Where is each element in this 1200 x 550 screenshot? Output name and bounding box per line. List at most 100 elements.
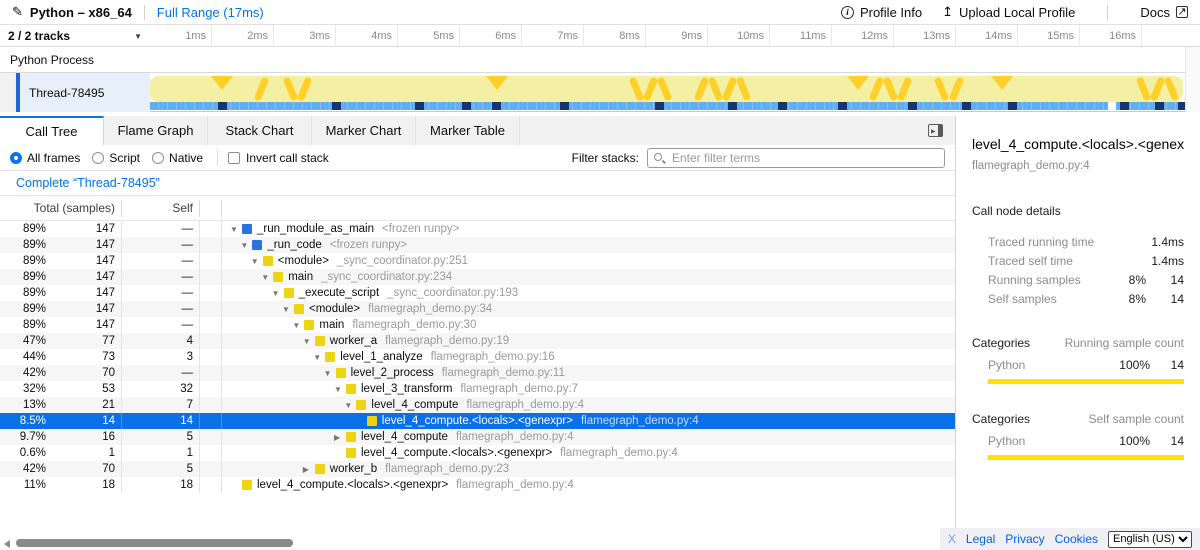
- invert-call-stack-checkbox[interactable]: [228, 152, 240, 164]
- footer-link-privacy[interactable]: Privacy: [1005, 532, 1044, 546]
- call-tree-row[interactable]: 89%147—▼<module>flamegraph_demo.py:34: [0, 301, 955, 317]
- spacer-column: [200, 200, 222, 217]
- language-select[interactable]: English (US): [1108, 531, 1192, 548]
- sidebar-section-title: Call node details: [972, 204, 1184, 218]
- marker-slash-icon: [722, 77, 737, 102]
- function-file: _sync_coordinator.py:234: [321, 271, 452, 283]
- function-name: main: [288, 271, 313, 283]
- expander-open-icon[interactable]: ▼: [334, 385, 346, 394]
- call-tree-row[interactable]: 44%733▼level_1_analyzeflamegraph_demo.py…: [0, 349, 955, 365]
- row-spacer: [200, 445, 222, 461]
- marker-slash-icon: [643, 77, 658, 102]
- expander-open-icon[interactable]: ▼: [303, 337, 315, 346]
- function-name: level_4_compute.<locals>.<genexpr>: [257, 479, 448, 491]
- track-thread[interactable]: Thread-78495: [0, 73, 1200, 112]
- expander-open-icon[interactable]: ▼: [251, 257, 263, 266]
- tab-marker-table[interactable]: Marker Table: [416, 116, 520, 145]
- expander-open-icon[interactable]: ▼: [324, 369, 336, 378]
- row-total: 147: [52, 237, 122, 253]
- call-tree-row[interactable]: 89%147—▼_execute_script_sync_coordinator…: [0, 285, 955, 301]
- sidebar-metric-row: Running samples8%14: [972, 270, 1184, 289]
- sidebar-toggle-icon[interactable]: ▶: [928, 124, 943, 137]
- call-tree-row[interactable]: 9.7%165▶level_4_computeflamegraph_demo.p…: [0, 429, 955, 445]
- radio-all-frames[interactable]: All frames: [10, 151, 80, 165]
- call-tree-row[interactable]: 89%147—▼_run_code<frozen runpy>: [0, 237, 955, 253]
- full-range-link[interactable]: Full Range (17ms): [157, 5, 264, 20]
- sample-dark-segment: [415, 102, 424, 110]
- tab-call-tree[interactable]: Call Tree: [0, 116, 104, 145]
- ruler-tick: 7ms: [522, 25, 584, 47]
- row-tree-cell: ▼level_3_transformflamegraph_demo.py:7: [222, 381, 955, 397]
- marker-slash-icon: [949, 77, 964, 102]
- footer-link-x[interactable]: X: [948, 532, 956, 546]
- filter-input[interactable]: [672, 149, 940, 167]
- divider: [144, 5, 145, 20]
- calltree-rows: 89%147—▼_run_module_as_main<frozen runpy…: [0, 221, 955, 493]
- function-file: flamegraph_demo.py:7: [460, 383, 578, 395]
- sample-dark-segment: [1155, 102, 1164, 110]
- function-name: main: [319, 319, 344, 331]
- expander-open-icon[interactable]: ▼: [313, 353, 325, 362]
- upload-icon: ↥: [942, 4, 953, 20]
- expander-open-icon[interactable]: ▼: [272, 289, 284, 298]
- tab-stack-chart[interactable]: Stack Chart: [208, 116, 312, 145]
- call-tree-row[interactable]: 42%705▶worker_bflamegraph_demo.py:23: [0, 461, 955, 477]
- marker-slash-icon: [934, 77, 949, 102]
- call-tree-row[interactable]: 8.5%1414level_4_compute.<locals>.<genexp…: [0, 413, 955, 429]
- tracks-dropdown[interactable]: 2 / 2 tracks ▼: [0, 25, 150, 47]
- radio-script[interactable]: Script: [92, 151, 140, 165]
- call-tree-row[interactable]: 89%147—▼_run_module_as_main<frozen runpy…: [0, 221, 955, 237]
- call-tree-row[interactable]: 89%147—▼mainflamegraph_demo.py:30: [0, 317, 955, 333]
- thread-track-label-cell[interactable]: Thread-78495: [20, 73, 150, 112]
- footer-bar: X Legal Privacy Cookies English (US): [940, 528, 1200, 550]
- footer-link-cookies[interactable]: Cookies: [1055, 532, 1098, 546]
- footer-link-legal[interactable]: Legal: [966, 532, 995, 546]
- breadcrumb[interactable]: Complete “Thread-78495”: [16, 176, 160, 190]
- timeline-right-gutter[interactable]: [1185, 47, 1200, 112]
- edit-pencil-icon[interactable]: ✎: [12, 4, 23, 20]
- call-tree-row[interactable]: 47%774▼worker_aflamegraph_demo.py:19: [0, 333, 955, 349]
- expander-open-icon[interactable]: ▼: [282, 305, 294, 314]
- expander-open-icon[interactable]: ▼: [240, 241, 252, 250]
- activity-graph[interactable]: [150, 76, 1183, 102]
- expander-open-icon[interactable]: ▼: [344, 401, 356, 410]
- call-tree-row[interactable]: 13%217▼level_4_computeflamegraph_demo.py…: [0, 397, 955, 413]
- expander-collapsed-icon[interactable]: ▶: [334, 433, 346, 442]
- tab-flame-graph[interactable]: Flame Graph: [104, 116, 208, 145]
- expander-open-icon[interactable]: ▼: [261, 273, 273, 282]
- docs-button[interactable]: Docs ↗: [1140, 5, 1188, 20]
- radio-native[interactable]: Native: [152, 151, 203, 165]
- horizontal-scrollbar: [0, 536, 955, 550]
- expander-open-icon[interactable]: ▼: [292, 321, 304, 330]
- ruler-tick: 11ms: [770, 25, 832, 47]
- expander-open-icon[interactable]: ▼: [230, 225, 242, 234]
- call-tree-row[interactable]: 89%147—▼<module>_sync_coordinator.py:251: [0, 253, 955, 269]
- sample-strip[interactable]: [150, 102, 1183, 110]
- scrollbar-thumb[interactable]: [16, 539, 293, 547]
- function-name: level_4_compute.<locals>.<genexpr>: [361, 447, 552, 459]
- sidebar-category-block: CategoriesSelf sample countPython100%14: [972, 412, 1184, 460]
- function-name: <module>: [309, 303, 360, 315]
- call-tree-row[interactable]: 0.6%11level_4_compute.<locals>.<genexpr>…: [0, 445, 955, 461]
- row-spacer: [200, 269, 222, 285]
- timeline-ruler[interactable]: 1ms2ms3ms4ms5ms6ms7ms8ms9ms10ms11ms12ms1…: [150, 25, 1185, 47]
- call-tree-row[interactable]: 11%1818level_4_compute.<locals>.<genexpr…: [0, 477, 955, 493]
- tab-marker-chart[interactable]: Marker Chart: [312, 116, 416, 145]
- sample-dark-segment: [218, 102, 227, 110]
- call-tree-row[interactable]: 42%70—▼level_2_processflamegraph_demo.py…: [0, 365, 955, 381]
- profile-info-button[interactable]: i Profile Info: [841, 5, 922, 20]
- marker-triangle-icon: [486, 76, 508, 90]
- total-column-header[interactable]: Total (samples): [0, 200, 122, 217]
- expander-collapsed-icon[interactable]: ▶: [303, 465, 315, 474]
- scroll-left-arrow-icon[interactable]: [4, 540, 10, 548]
- category-count: 14: [1150, 358, 1184, 372]
- call-tree-row[interactable]: 89%147—▼main_sync_coordinator.py:234: [0, 269, 955, 285]
- track-python-process[interactable]: Python Process: [0, 47, 1200, 73]
- sidebar-metric-row: Traced self time1.4ms: [972, 251, 1184, 270]
- upload-profile-button[interactable]: ↥ Upload Local Profile: [942, 4, 1075, 20]
- self-column-header[interactable]: Self: [122, 200, 200, 217]
- sidebar-category-block: CategoriesRunning sample countPython100%…: [972, 336, 1184, 384]
- category-square-icon: [263, 256, 273, 266]
- calltree-toolbar: All framesScriptNative Invert call stack…: [0, 145, 955, 171]
- call-tree-row[interactable]: 32%5332▼level_3_transformflamegraph_demo…: [0, 381, 955, 397]
